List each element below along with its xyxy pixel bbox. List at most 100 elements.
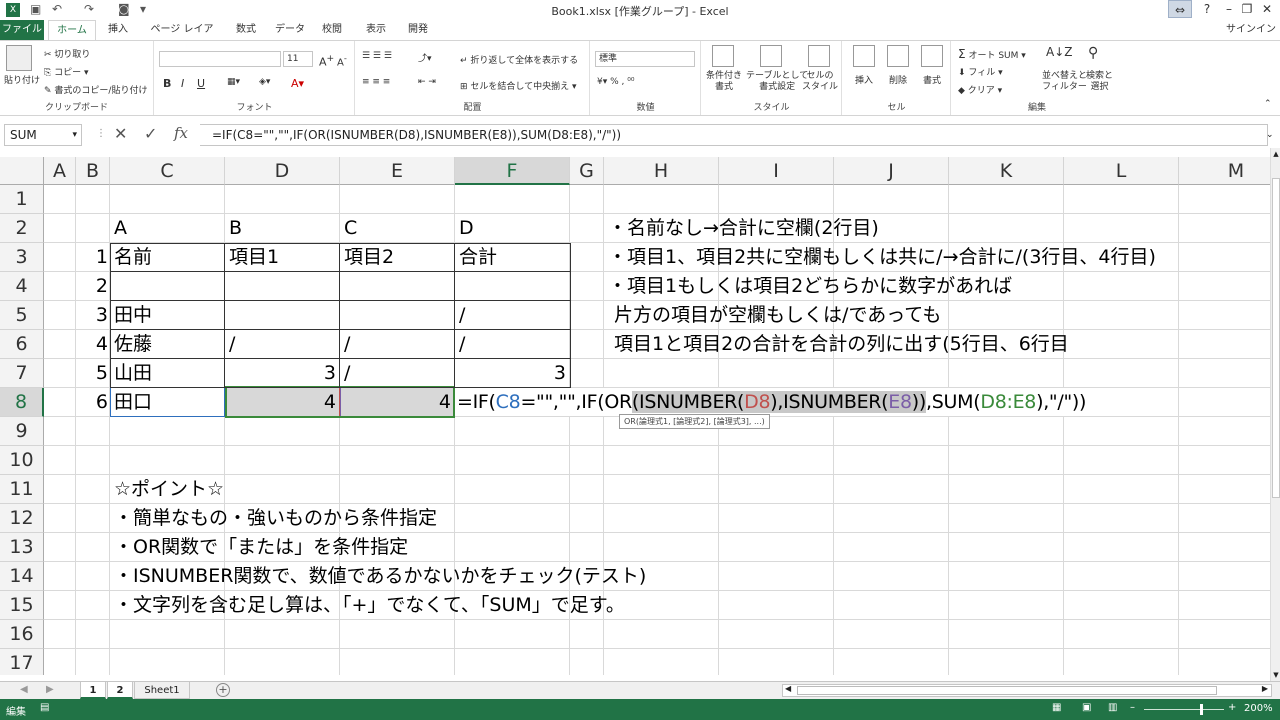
zoom-level[interactable]: 200%: [1244, 703, 1273, 714]
formula-input[interactable]: =IF(C8="","",IF(OR(ISNUMBER(D8),ISNUMBER…: [200, 124, 1268, 146]
page-break-view-icon[interactable]: ▥: [1108, 702, 1117, 713]
select-all-corner[interactable]: [0, 157, 44, 185]
col-header-c[interactable]: C: [110, 157, 225, 185]
prev-sheet-icon[interactable]: ◀: [20, 684, 28, 695]
zoom-slider[interactable]: [1144, 709, 1224, 710]
close-icon[interactable]: ✕: [1256, 0, 1278, 18]
cell-f7[interactable]: 3: [455, 359, 566, 387]
row-header-4[interactable]: 4: [0, 272, 44, 301]
tab-page-layout[interactable]: ページ レイアウト: [146, 20, 218, 55]
col-header-g[interactable]: G: [570, 157, 604, 185]
cell-c7[interactable]: 山田: [114, 359, 152, 387]
horizontal-scroll-thumb[interactable]: [797, 686, 1217, 695]
name-box-dropdown-icon[interactable]: ▾: [72, 125, 77, 145]
scroll-right-icon[interactable]: ▶: [1262, 684, 1268, 693]
cell-e7[interactable]: /: [344, 359, 350, 387]
col-header-h[interactable]: H: [604, 157, 719, 185]
scroll-left-icon[interactable]: ◀: [785, 684, 791, 693]
row-header-5[interactable]: 5: [0, 301, 44, 330]
cell-styles-button[interactable]: セルの スタイル: [802, 71, 838, 93]
align-top-icon[interactable]: ☰ ☰ ☰: [362, 51, 392, 61]
normal-view-icon[interactable]: ▦: [1052, 702, 1061, 713]
insert-cells-button[interactable]: 挿入: [855, 73, 873, 86]
col-header-j[interactable]: J: [834, 157, 949, 185]
wrap-text-button[interactable]: ↵ 折り返して全体を表示する: [460, 53, 578, 66]
copy-button[interactable]: ⎘ コピー ▾: [44, 65, 88, 78]
row-header-13[interactable]: 13: [0, 533, 44, 562]
fill-button[interactable]: ⬇ フィル ▾: [958, 65, 1003, 78]
number-format-select[interactable]: 標準: [595, 51, 695, 67]
col-header-l[interactable]: L: [1064, 157, 1179, 185]
col-header-b[interactable]: B: [76, 157, 110, 185]
cell-f5[interactable]: /: [459, 301, 465, 329]
point-line-4[interactable]: ・文字列を含む足し算は、「+」でなくて、「SUM」で足す。: [114, 591, 625, 619]
indent-icon[interactable]: ⇤ ⇥: [418, 77, 436, 87]
tab-review[interactable]: 校閲: [318, 20, 346, 40]
cell-e8[interactable]: 4: [340, 388, 451, 416]
tab-developer[interactable]: 開発: [404, 20, 432, 40]
worksheet-grid[interactable]: A B C D E F G H I J K L M 1 2 3 4 5 6 7 …: [0, 157, 1270, 675]
orientation-icon[interactable]: ⤴▾: [418, 51, 432, 64]
cell-d3[interactable]: 項目1: [229, 243, 279, 271]
note-line-2[interactable]: ・項目1、項目2共に空欄もしくは共に/→合計に/(3行目、4行目): [608, 243, 1156, 271]
cell-b5[interactable]: 3: [76, 301, 108, 329]
cell-d6[interactable]: /: [229, 330, 235, 358]
paste-button[interactable]: 貼り付け: [4, 73, 40, 86]
row-header-17[interactable]: 17: [0, 649, 44, 675]
note-line-1[interactable]: ・名前なし→合計に空欄(2行目): [608, 214, 879, 242]
cancel-icon[interactable]: ✕: [114, 124, 127, 143]
vertical-scrollbar[interactable]: ▲ ▼: [1270, 148, 1280, 681]
shrink-font-icon[interactable]: A-: [337, 53, 347, 68]
enter-icon[interactable]: ✓: [144, 124, 157, 143]
next-sheet-icon[interactable]: ▶: [46, 684, 54, 695]
collapse-ribbon-icon[interactable]: ⌃: [1264, 99, 1272, 109]
cell-b7[interactable]: 5: [76, 359, 108, 387]
cell-d7[interactable]: 3: [225, 359, 336, 387]
cell-b3[interactable]: 1: [76, 243, 108, 271]
macro-record-icon[interactable]: ▤: [40, 702, 49, 713]
cell-d8[interactable]: 4: [225, 388, 336, 416]
row-header-10[interactable]: 10: [0, 446, 44, 475]
cell-e2[interactable]: C: [344, 214, 357, 242]
col-header-i[interactable]: I: [719, 157, 834, 185]
bold-button[interactable]: B: [163, 77, 171, 90]
font-name-select[interactable]: [159, 51, 281, 67]
row-header-6[interactable]: 6: [0, 330, 44, 359]
sort-filter-button[interactable]: 並べ替えと フィルター: [1042, 71, 1087, 93]
merge-center-button[interactable]: ⊞ セルを結合して中央揃え ▾: [460, 79, 577, 92]
tab-formulas[interactable]: 数式: [232, 20, 260, 40]
tab-data[interactable]: データ: [274, 20, 306, 40]
function-tooltip[interactable]: OR(論理式1, [論理式2], [論理式3], ...): [619, 414, 770, 429]
point-title[interactable]: ☆ポイント☆: [114, 475, 224, 503]
insert-function-icon[interactable]: fx: [174, 124, 188, 142]
fill-color-icon[interactable]: ◈▾: [259, 77, 270, 87]
name-box[interactable]: SUM ▾: [4, 124, 82, 146]
col-header-k[interactable]: K: [949, 157, 1064, 185]
cell-c2[interactable]: A: [114, 214, 127, 242]
clear-button[interactable]: ◆ クリア ▾: [958, 83, 1002, 96]
row-header-7[interactable]: 7: [0, 359, 44, 388]
ribbon-display-icon[interactable]: ⇔: [1168, 0, 1192, 18]
cell-c5[interactable]: 田中: [114, 301, 152, 329]
cell-c3[interactable]: 名前: [114, 243, 152, 271]
font-size-select[interactable]: 11: [283, 51, 313, 67]
row-header-3[interactable]: 3: [0, 243, 44, 272]
row-header-9[interactable]: 9: [0, 417, 44, 446]
page-layout-view-icon[interactable]: ▣: [1082, 702, 1091, 713]
col-header-f[interactable]: F: [455, 157, 570, 185]
point-line-1[interactable]: ・簡単なもの・強いものから条件指定: [114, 504, 437, 532]
format-cells-button[interactable]: 書式: [923, 73, 941, 86]
scroll-down-icon[interactable]: ▼: [1271, 671, 1280, 679]
expand-formula-icon[interactable]: ⌄: [1266, 130, 1274, 140]
tab-home[interactable]: ホーム: [48, 20, 96, 41]
row-header-1[interactable]: 1: [0, 185, 44, 214]
vertical-scroll-thumb[interactable]: [1272, 178, 1280, 498]
zoom-slider-thumb[interactable]: [1200, 704, 1203, 715]
cell-b4[interactable]: 2: [76, 272, 108, 300]
zoom-out-icon[interactable]: –: [1130, 702, 1135, 713]
cell-c6[interactable]: 佐藤: [114, 330, 152, 358]
sheet-tab-2[interactable]: 2: [107, 682, 133, 699]
note-line-4[interactable]: 片方の項目が空欄もしくは/であっても: [608, 301, 941, 329]
cell-f3[interactable]: 合計: [459, 243, 497, 271]
tab-file[interactable]: ファイル: [0, 20, 44, 40]
